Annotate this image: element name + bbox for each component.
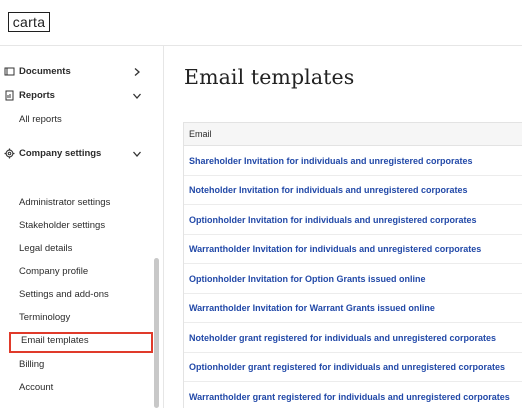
gear-icon	[4, 148, 15, 159]
chevron-down-icon[interactable]	[132, 149, 142, 159]
table-row: Noteholder Invitation for individuals an…	[184, 176, 522, 205]
email-templates-table: Email Shareholder Invitation for individ…	[183, 122, 522, 408]
chevron-down-icon[interactable]	[132, 91, 142, 101]
table-row: Warrantholder Invitation for Warrant Gra…	[184, 294, 522, 323]
email-template-link[interactable]: Optionholder grant registered for indivi…	[189, 362, 505, 372]
sidebar-item-label: Reports	[19, 90, 55, 101]
table-row: Warrantholder Invitation for individuals…	[184, 235, 522, 264]
table-row: Optionholder grant registered for indivi…	[184, 353, 522, 382]
sidebar-item-reports[interactable]: Reports	[0, 85, 155, 107]
sidebar-item-legal-details[interactable]: Legal details	[19, 242, 72, 256]
table-row: Noteholder grant registered for individu…	[184, 324, 522, 353]
main-content: Email templates Email Shareholder Invita…	[165, 46, 522, 408]
sidebar-item-documents[interactable]: Documents	[0, 61, 155, 83]
sidebar-item-company-settings[interactable]: Company settings	[0, 143, 155, 165]
email-template-link[interactable]: Optionholder Invitation for individuals …	[189, 215, 477, 225]
sidebar-item-billing[interactable]: Billing	[19, 358, 44, 372]
carta-logo[interactable]: carta	[8, 12, 50, 32]
email-template-link[interactable]: Optionholder Invitation for Option Grant…	[189, 274, 426, 284]
table-header: Email	[184, 123, 522, 146]
top-bar: carta	[0, 0, 522, 46]
sidebar-item-company-profile[interactable]: Company profile	[19, 265, 88, 279]
page-title: Email templates	[184, 65, 355, 89]
email-template-link[interactable]: Noteholder Invitation for individuals an…	[189, 185, 468, 195]
table-row: Shareholder Invitation for individuals a…	[184, 147, 522, 176]
sidebar-item-email-templates[interactable]: Email templates	[21, 334, 89, 348]
report-icon	[5, 90, 14, 101]
table-row: Optionholder Invitation for Option Grant…	[184, 265, 522, 294]
chevron-right-icon[interactable]	[132, 67, 142, 77]
email-template-link[interactable]: Warrantholder Invitation for Warrant Gra…	[189, 303, 435, 313]
sidebar-item-label: Documents	[19, 66, 71, 77]
sidebar-item-settings-and-add-ons[interactable]: Settings and add-ons	[19, 288, 109, 302]
sidebar-item-account[interactable]: Account	[19, 381, 53, 395]
email-template-link[interactable]: Noteholder grant registered for individu…	[189, 333, 496, 343]
folder-icon	[4, 67, 15, 76]
sidebar-scrollbar[interactable]	[154, 258, 159, 408]
sidebar-item-label: Company settings	[19, 148, 102, 159]
sidebar-item-all-reports[interactable]: All reports	[19, 113, 62, 127]
table-row: Warrantholder grant registered for indiv…	[184, 383, 522, 408]
sidebar-item-administrator-settings[interactable]: Administrator settings	[19, 196, 110, 210]
sidebar: Documents Reports All reports Company se…	[0, 46, 164, 408]
table-row: Optionholder Invitation for individuals …	[184, 206, 522, 235]
email-template-link[interactable]: Warrantholder grant registered for indiv…	[189, 392, 510, 402]
sidebar-item-stakeholder-settings[interactable]: Stakeholder settings	[19, 219, 105, 233]
column-header-email: Email	[189, 129, 212, 139]
email-template-link[interactable]: Warrantholder Invitation for individuals…	[189, 244, 481, 254]
email-template-link[interactable]: Shareholder Invitation for individuals a…	[189, 156, 473, 166]
sidebar-item-terminology[interactable]: Terminology	[19, 311, 70, 325]
